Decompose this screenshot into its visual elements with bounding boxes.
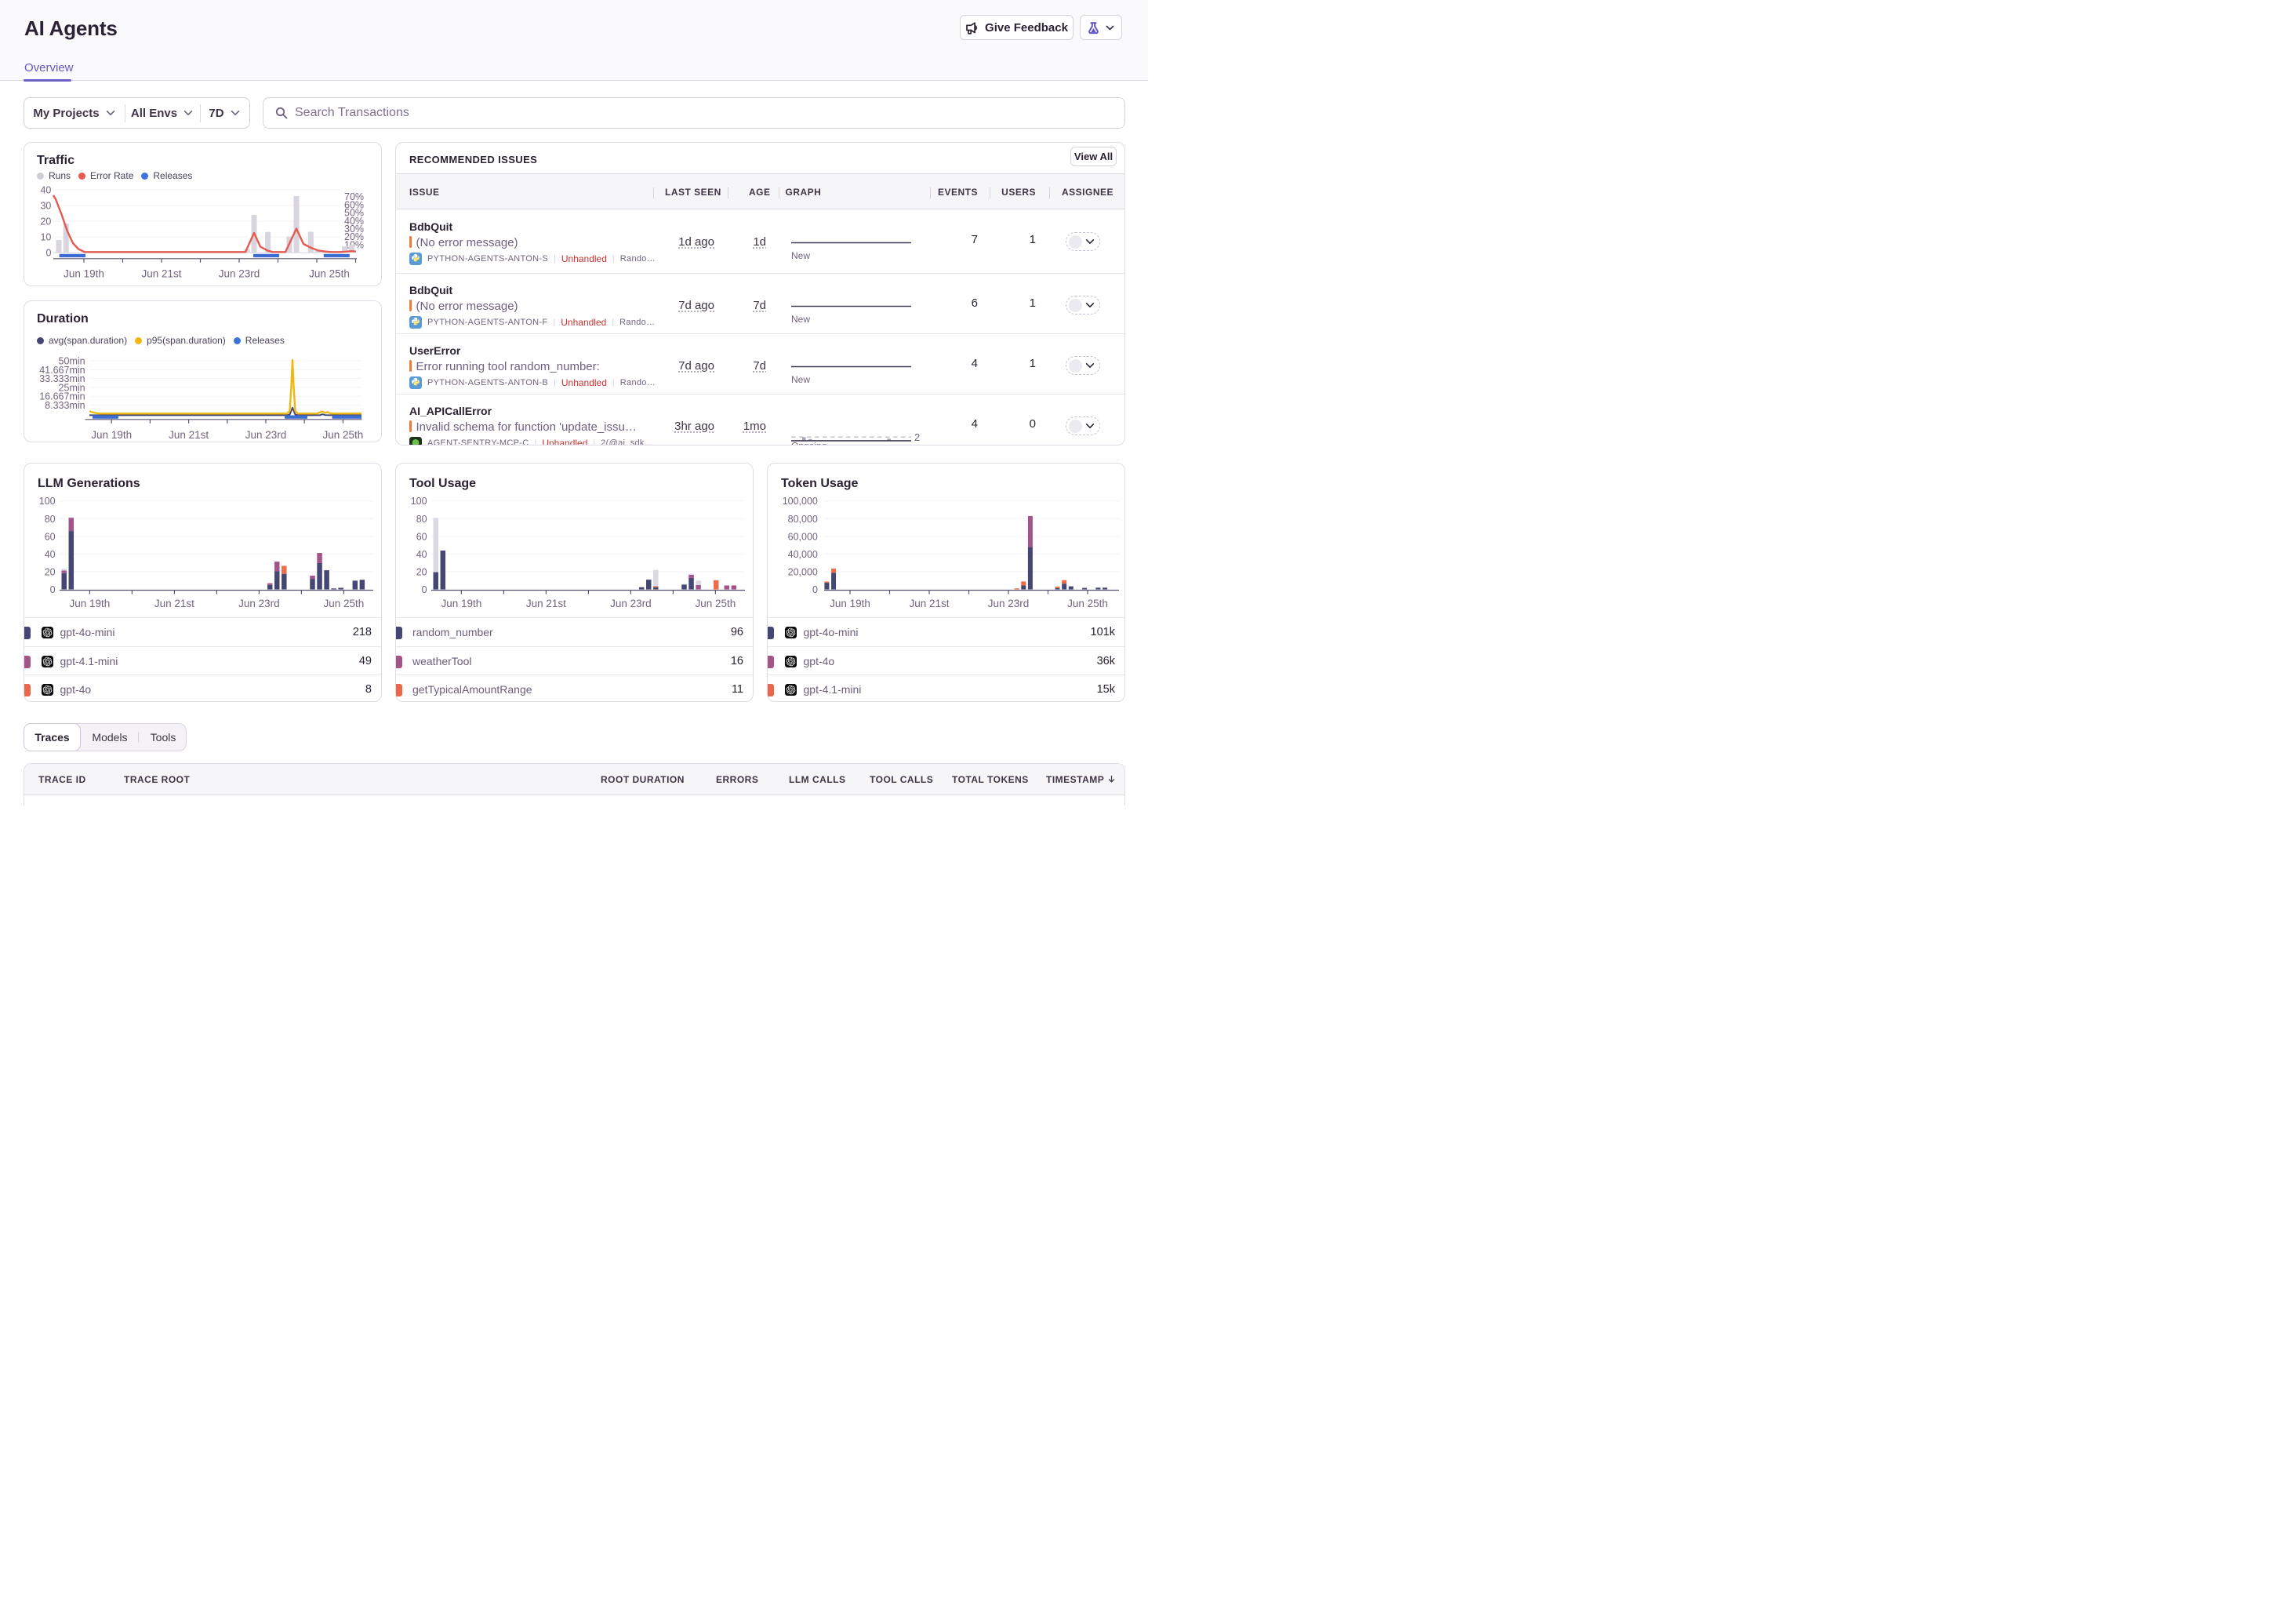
svg-text:0: 0 <box>422 584 427 595</box>
svg-text:40,000: 40,000 <box>788 549 818 560</box>
svg-text:20: 20 <box>45 567 56 578</box>
svg-text:Jun 19th: Jun 19th <box>441 598 482 609</box>
svg-text:Jun 19th: Jun 19th <box>70 598 111 609</box>
svg-text:Jun 21st: Jun 21st <box>169 429 209 441</box>
svg-text:8.333min: 8.333min <box>45 400 85 411</box>
svg-text:Jun 23rd: Jun 23rd <box>238 598 280 609</box>
svg-text:Jun 25th: Jun 25th <box>324 598 365 609</box>
svg-text:New: New <box>791 314 810 325</box>
svg-text:60: 60 <box>45 531 56 542</box>
svg-text:Jun 21st: Jun 21st <box>141 268 181 280</box>
svg-text:20: 20 <box>416 567 427 578</box>
svg-text:Jun 23rd: Jun 23rd <box>245 429 287 441</box>
svg-text:100: 100 <box>411 496 427 507</box>
svg-text:60,000: 60,000 <box>788 531 818 542</box>
svg-text:60: 60 <box>416 531 427 542</box>
svg-text:Jun 23rd: Jun 23rd <box>219 268 260 280</box>
svg-text:0: 0 <box>45 248 51 259</box>
svg-text:100: 100 <box>39 496 56 507</box>
svg-text:10: 10 <box>40 232 51 243</box>
svg-text:Ongoing: Ongoing <box>791 441 826 446</box>
svg-text:Jun 25th: Jun 25th <box>1067 598 1108 609</box>
svg-text:Jun 25th: Jun 25th <box>309 268 350 280</box>
svg-text:Jun 23rd: Jun 23rd <box>610 598 652 609</box>
svg-text:70%: 70% <box>344 191 364 202</box>
svg-text:2: 2 <box>914 431 920 443</box>
svg-text:Jun 25th: Jun 25th <box>696 598 736 609</box>
svg-text:0: 0 <box>812 584 818 595</box>
svg-text:Jun 21st: Jun 21st <box>909 598 949 609</box>
svg-text:40: 40 <box>45 549 56 560</box>
svg-text:20: 20 <box>40 216 51 227</box>
svg-text:80: 80 <box>416 514 427 525</box>
svg-text:Jun 25th: Jun 25th <box>323 429 364 441</box>
svg-text:80: 80 <box>45 514 56 525</box>
svg-text:New: New <box>791 250 810 261</box>
svg-text:40: 40 <box>416 549 427 560</box>
svg-text:30: 30 <box>40 201 51 212</box>
svg-text:Jun 19th: Jun 19th <box>830 598 870 609</box>
svg-text:100,000: 100,000 <box>783 496 818 507</box>
svg-text:Jun 23rd: Jun 23rd <box>988 598 1030 609</box>
svg-text:20,000: 20,000 <box>788 567 818 578</box>
svg-text:0: 0 <box>50 584 56 595</box>
svg-text:Jun 21st: Jun 21st <box>526 598 566 609</box>
svg-text:80,000: 80,000 <box>788 514 818 525</box>
svg-text:New: New <box>791 374 810 385</box>
svg-text:Jun 21st: Jun 21st <box>154 598 194 609</box>
svg-text:40: 40 <box>40 185 51 196</box>
svg-text:Jun 19th: Jun 19th <box>91 429 132 441</box>
svg-text:Jun 19th: Jun 19th <box>64 268 104 280</box>
